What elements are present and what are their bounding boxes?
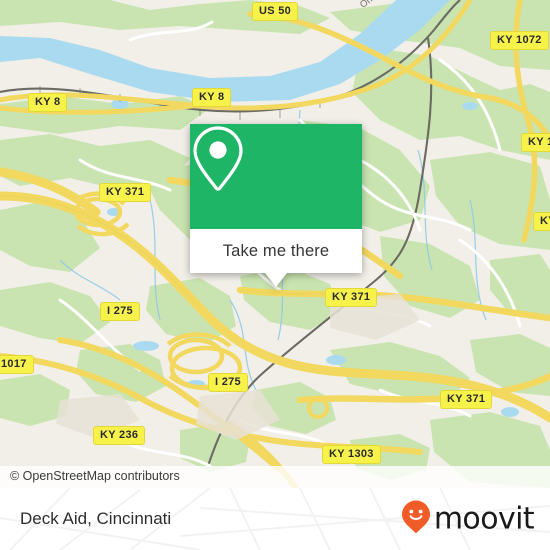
place-title: Deck Aid, Cincinnati	[20, 509, 172, 528]
route-shield-ky-371-north[interactable]: KY 371	[99, 183, 152, 202]
route-shield-ky-clipped[interactable]: KY	[533, 212, 550, 231]
popup-icon-area	[190, 124, 362, 229]
moovit-brand-logo[interactable]: moovit	[401, 500, 535, 539]
take-me-there-popup[interactable]: Take me there	[190, 124, 362, 287]
route-shield-ky-1072[interactable]: KY 1072	[490, 31, 549, 50]
route-shield-ky-8-east[interactable]: KY 8	[192, 88, 232, 107]
route-shield-ky-236[interactable]: KY 236	[93, 426, 146, 445]
route-shield-ky-1303[interactable]: KY 1303	[322, 445, 381, 464]
route-shield-us-50[interactable]: US 50	[252, 2, 299, 21]
popup-pointer-tail	[265, 273, 287, 287]
footer-bar: Deck Aid, Cincinnati moovit	[0, 488, 550, 550]
route-shield-ky-8-west[interactable]: KY 8	[28, 93, 68, 112]
map-attribution: © OpenStreetMap contributors	[0, 466, 550, 488]
route-shield-ky-371-east[interactable]: KY 371	[440, 390, 493, 409]
moovit-map-screen: US 50 KY 1072 KY 8 KY 8 KY 1 KY KY 371 I…	[0, 0, 550, 550]
route-shield-i-275-west[interactable]: I 275	[100, 302, 140, 321]
route-shield-ky-371-center[interactable]: KY 371	[325, 288, 378, 307]
route-shield-i-275-south[interactable]: I 275	[208, 373, 248, 392]
moovit-pin-smile-icon	[401, 500, 431, 539]
moovit-wordmark: moovit	[433, 501, 535, 536]
route-shield-ky-1-clipped[interactable]: KY 1	[521, 133, 550, 152]
popup-action-label[interactable]: Take me there	[190, 229, 362, 273]
route-shield-1017-clipped[interactable]: 1017	[0, 355, 34, 374]
map-canvas[interactable]: US 50 KY 1072 KY 8 KY 8 KY 1 KY KY 371 I…	[0, 0, 550, 488]
